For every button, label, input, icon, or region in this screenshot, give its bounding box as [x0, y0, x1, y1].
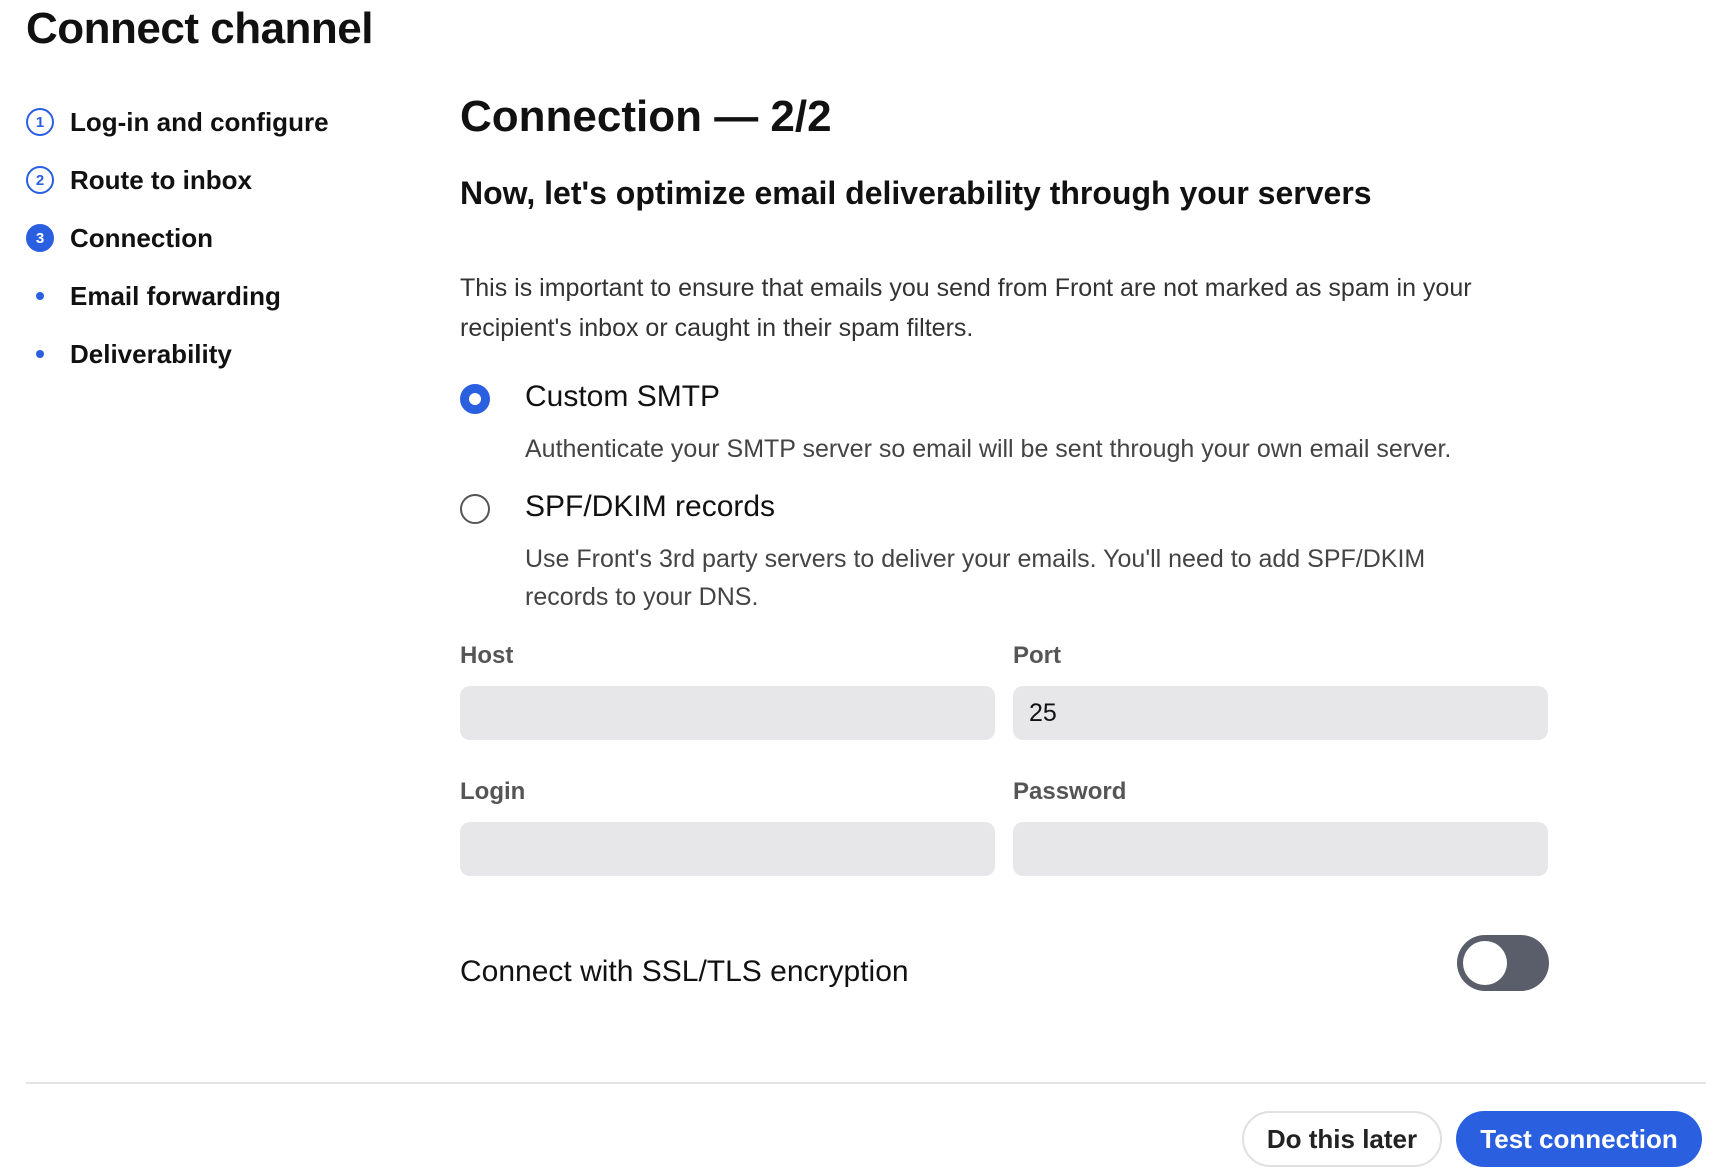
port-input[interactable]	[1013, 686, 1548, 740]
page-title: Connect channel	[26, 4, 374, 53]
step-label: Connection	[70, 222, 213, 253]
step-connection[interactable]: 3 Connection	[26, 209, 416, 267]
ssl-toggle-label: Connect with SSL/TLS encryption	[460, 955, 909, 988]
step-label: Deliverability	[70, 338, 232, 369]
option-description: Authenticate your SMTP server so email w…	[525, 435, 1452, 463]
toggle-knob	[1463, 941, 1507, 985]
step-number-3-active: 3	[26, 224, 54, 252]
host-input[interactable]	[460, 686, 995, 740]
radio-custom-smtp[interactable]	[460, 384, 490, 414]
port-label: Port	[1013, 642, 1061, 669]
dot-icon	[36, 350, 44, 358]
password-input[interactable]	[1013, 822, 1548, 876]
bullet-dot-icon	[26, 340, 54, 368]
step-number-icon: 1	[26, 108, 54, 136]
step-number-icon: 2	[26, 166, 54, 194]
stepper: 1 Log-in and configure 2 Route to inbox …	[26, 93, 416, 383]
step-log-in-and-configure[interactable]: 1 Log-in and configure	[26, 93, 416, 151]
radio-spf-dkim[interactable]	[460, 494, 490, 524]
section-subtitle: Now, let's optimize email deliverability…	[460, 175, 1372, 211]
intro-text: This is important to ensure that emails …	[460, 274, 1472, 342]
step-label: Route to inbox	[70, 164, 252, 195]
bullet-dot-icon	[26, 282, 54, 310]
option-title[interactable]: SPF/DKIM records	[525, 490, 775, 524]
step-number-1: 1	[26, 108, 54, 136]
step-route-to-inbox[interactable]: 2 Route to inbox	[26, 151, 416, 209]
option-title[interactable]: Custom SMTP	[525, 380, 720, 414]
footer-divider	[26, 1082, 1706, 1084]
login-input[interactable]	[460, 822, 995, 876]
step-label: Email forwarding	[70, 280, 281, 311]
step-number-icon: 3	[26, 224, 54, 252]
section-title: Connection — 2/2	[460, 92, 832, 141]
dot-icon	[36, 292, 44, 300]
connect-channel-page: Connect channel 1 Log-in and configure 2…	[0, 0, 1713, 1174]
host-label: Host	[460, 642, 514, 669]
do-this-later-button[interactable]: Do this later	[1242, 1111, 1442, 1167]
login-label: Login	[460, 778, 526, 805]
step-number-2: 2	[26, 166, 54, 194]
step-label: Log-in and configure	[70, 106, 329, 137]
substep-email-forwarding[interactable]: Email forwarding	[26, 267, 416, 325]
test-connection-button[interactable]: Test connection	[1456, 1111, 1702, 1167]
password-label: Password	[1013, 778, 1127, 805]
substep-deliverability[interactable]: Deliverability	[26, 325, 416, 383]
ssl-toggle[interactable]	[1457, 935, 1549, 991]
option-description: Use Front's 3rd party servers to deliver…	[525, 545, 1426, 611]
